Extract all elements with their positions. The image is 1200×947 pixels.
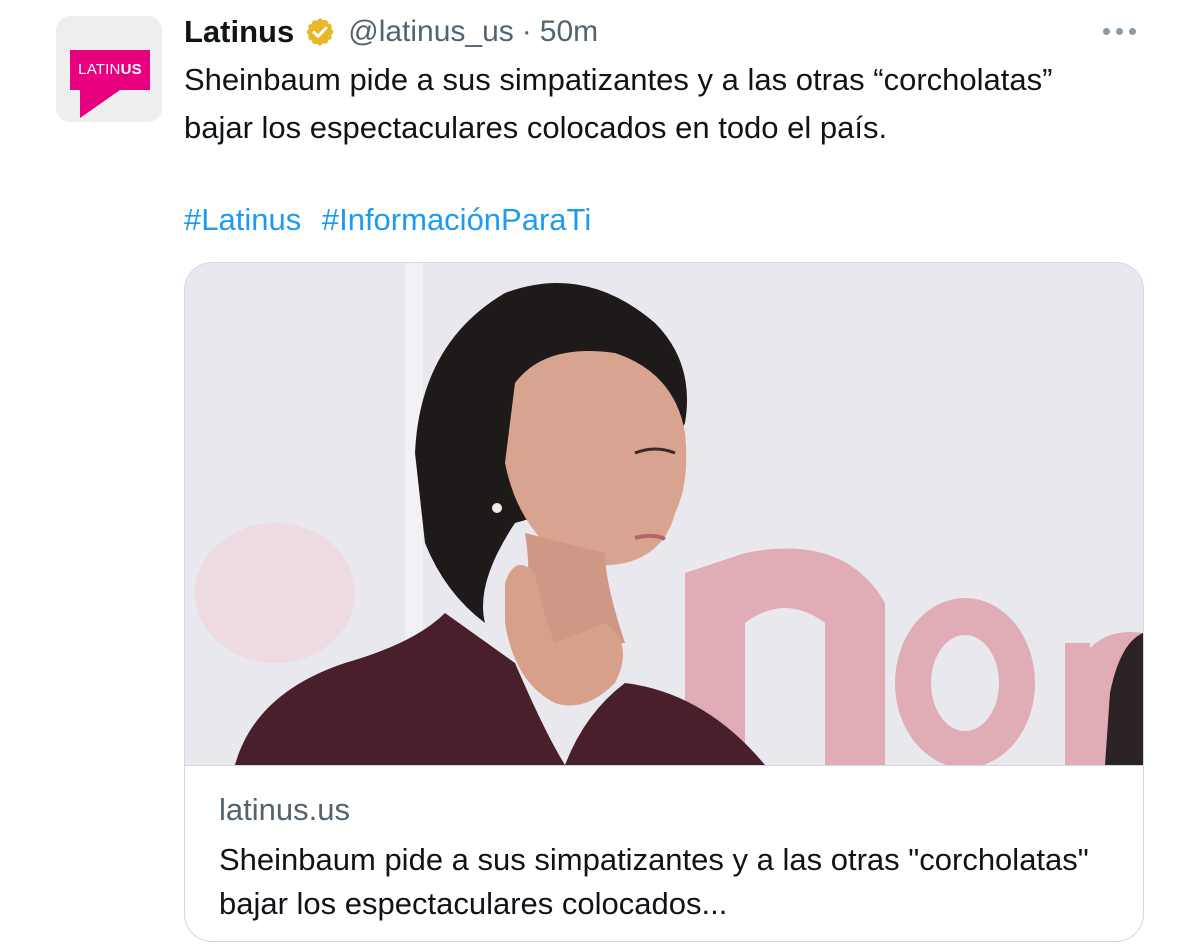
card-title: Sheinbaum pide a sus simpatizantes y a l… xyxy=(219,842,1089,921)
account-avatar[interactable]: LATINUS xyxy=(56,16,162,122)
tweet-header: Latinus @latinus_us · 50m xyxy=(184,10,598,54)
card-body[interactable]: latinus.us Sheinbaum pide a sus simpatiz… xyxy=(185,765,1143,941)
hashtag-row: #Latinus #InformaciónParaTi xyxy=(184,196,603,244)
link-preview-card[interactable]: latinus.us Sheinbaum pide a sus simpatiz… xyxy=(184,262,1144,942)
account-name[interactable]: Latinus xyxy=(184,14,294,50)
card-image[interactable] xyxy=(185,263,1143,765)
hashtag-informacion-para-ti[interactable]: #InformaciónParaTi xyxy=(322,202,591,237)
tweet[interactable]: LATINUS Latinus @latinus_us · 50m Sheinb… xyxy=(0,0,1200,947)
latinus-logo: LATINUS xyxy=(70,50,150,120)
hashtag-latinus[interactable]: #Latinus xyxy=(184,202,301,237)
verified-badge-icon[interactable] xyxy=(304,16,336,48)
more-options-icon[interactable] xyxy=(1094,16,1144,46)
tweet-text: Sheinbaum pide a sus simpatizantes y a l… xyxy=(184,62,1053,145)
logo-text-regular: LATIN xyxy=(78,61,121,78)
card-domain: latinus.us xyxy=(219,792,350,827)
account-handle[interactable]: @latinus_us xyxy=(348,15,514,49)
tweet-timestamp[interactable]: 50m xyxy=(540,15,598,49)
logo-text-bold: US xyxy=(120,61,142,78)
separator-dot: · xyxy=(521,15,532,48)
